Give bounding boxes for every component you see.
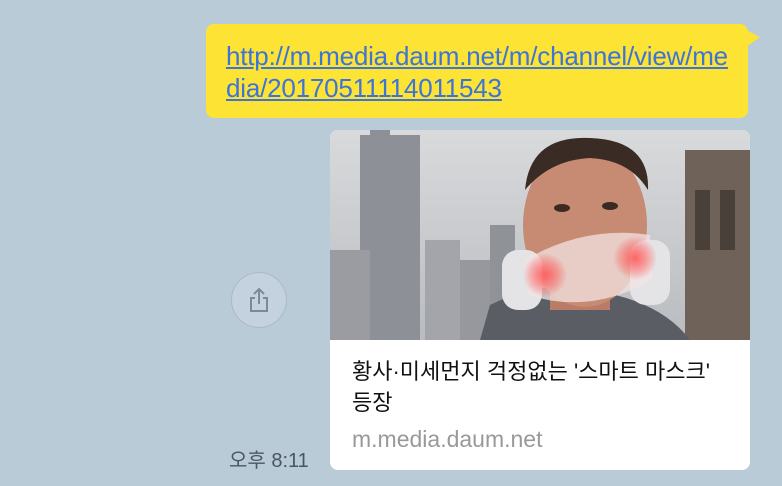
message-bubble: http://m.media.daum.net/m/channel/view/m… (206, 24, 760, 118)
share-button[interactable] (231, 272, 287, 328)
preview-domain: m.media.daum.net (352, 426, 543, 452)
url-link[interactable]: http://m.media.daum.net/m/channel/view/m… (226, 40, 732, 104)
share-icon (250, 287, 268, 312)
message-timestamp: 오후 8:11 (229, 450, 309, 472)
bubble-tail (746, 30, 760, 47)
link-preview-card[interactable]: 황사·미세먼지 걱정없는 '스마트 마스크' 등장 m.media.daum.n… (330, 130, 750, 470)
preview-thumbnail-image (330, 130, 750, 340)
preview-title: 황사·미세먼지 걱정없는 '스마트 마스크' 등장 (352, 359, 710, 415)
